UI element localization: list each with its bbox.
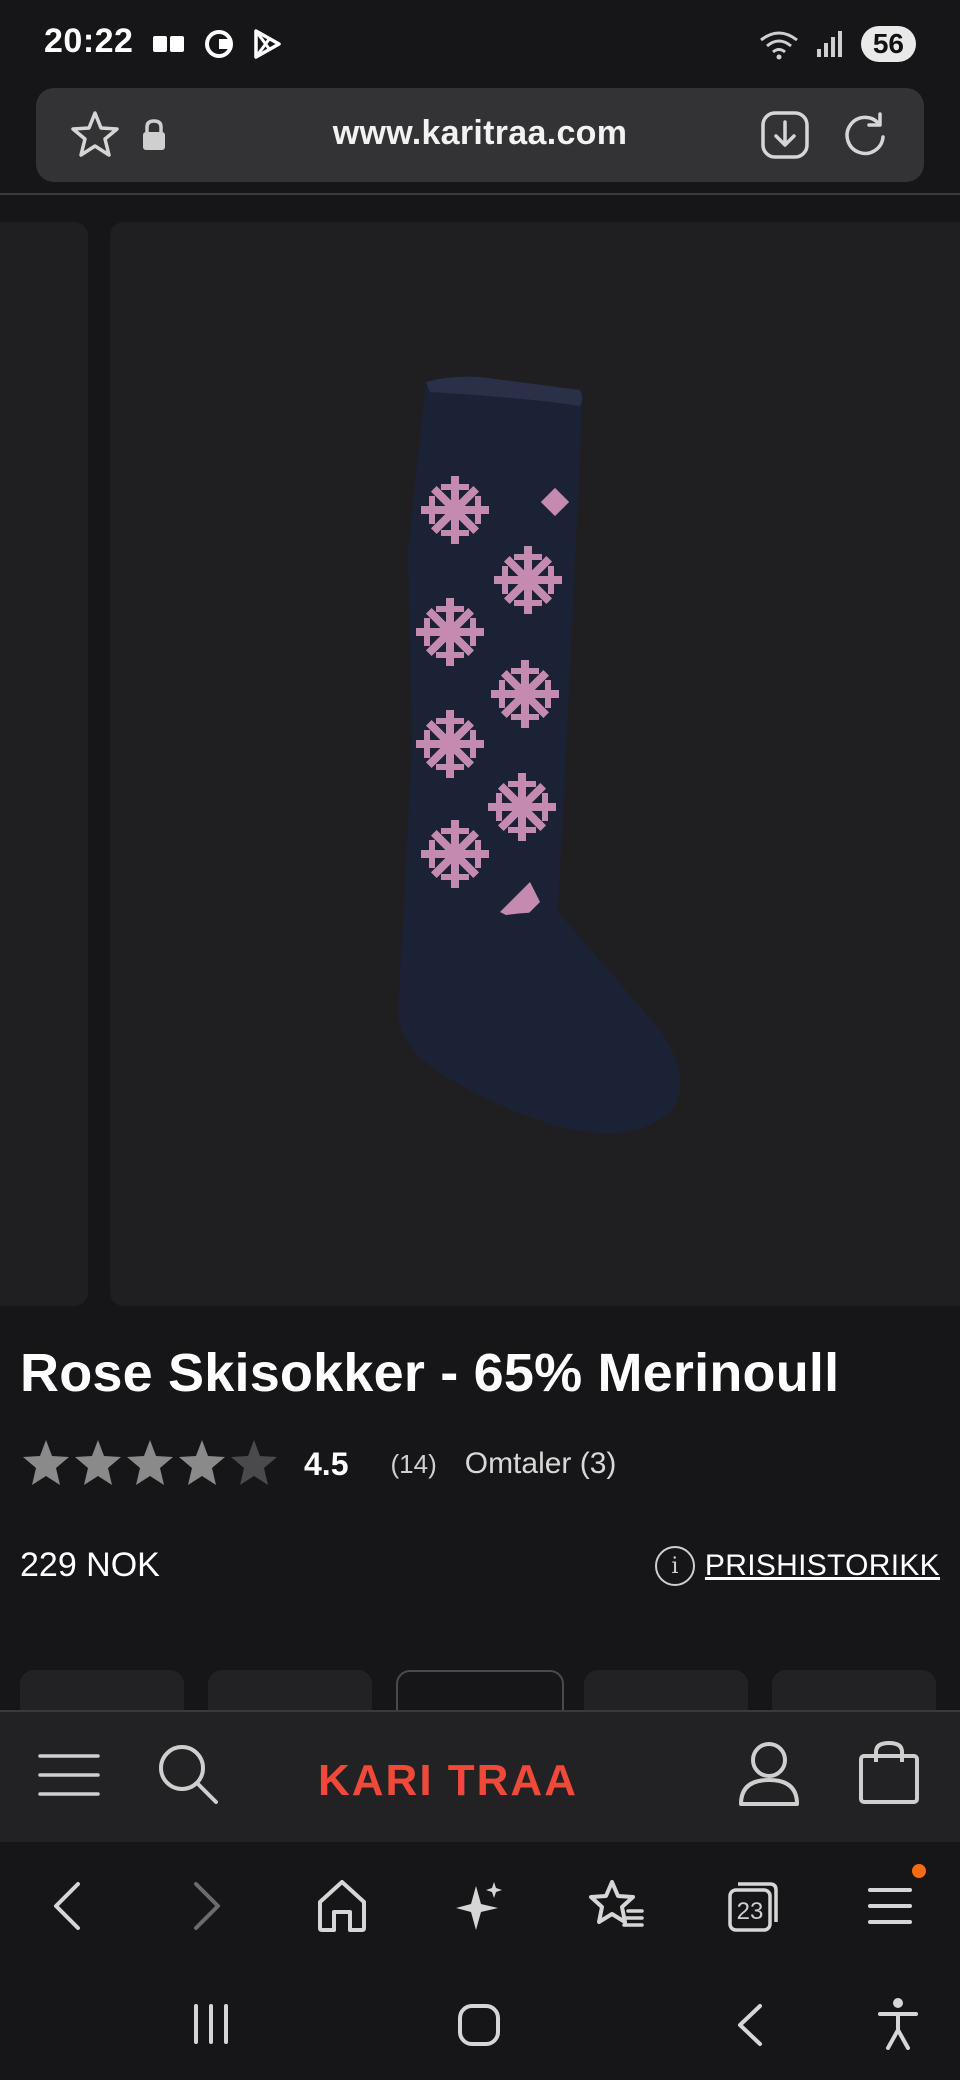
- size-option[interactable]: [208, 1670, 372, 1710]
- gallery-main-image[interactable]: [110, 222, 960, 1306]
- price-history-label[interactable]: PRISHISTORIKK: [705, 1549, 940, 1583]
- rating-count: (14): [390, 1448, 437, 1479]
- reload-icon[interactable]: [838, 108, 892, 162]
- status-time: 20:22: [44, 22, 134, 60]
- rating-value: 4.5: [304, 1445, 349, 1482]
- product-price: 229 NOK: [20, 1546, 160, 1584]
- system-nav-bar: [0, 1966, 960, 2080]
- status-icons-left: [152, 28, 282, 60]
- play-store-icon: [254, 29, 281, 59]
- account-icon[interactable]: [738, 1740, 800, 1806]
- tab-count: 23: [737, 1898, 764, 1925]
- notification-icon: [153, 36, 184, 52]
- browser-toolbar: 23: [0, 1842, 960, 1966]
- site-nav-bar: KARI TRAA: [0, 1710, 960, 1844]
- size-option[interactable]: [772, 1670, 936, 1710]
- status-icons-right: 56: [759, 26, 916, 62]
- home-button-icon[interactable]: [456, 2002, 502, 2048]
- home-icon[interactable]: [316, 1878, 368, 1934]
- system-back-icon[interactable]: [732, 2002, 768, 2048]
- bookmarks-icon[interactable]: [588, 1878, 644, 1934]
- search-icon[interactable]: [156, 1742, 220, 1806]
- size-option[interactable]: [584, 1670, 748, 1710]
- wifi-icon: [759, 31, 798, 60]
- rating-stars: [23, 1440, 277, 1485]
- product-gallery[interactable]: [0, 196, 960, 1316]
- size-options: [0, 1670, 960, 1710]
- reviews-link[interactable]: Omtaler (3): [465, 1447, 617, 1481]
- product-title: Rose Skisokker - 65% Merinoull: [20, 1343, 840, 1403]
- brand-logo[interactable]: KARI TRAA: [318, 1756, 578, 1806]
- status-bar: 20:22 56: [0, 0, 960, 88]
- recent-apps-icon[interactable]: [190, 2002, 232, 2046]
- download-icon[interactable]: [758, 108, 812, 162]
- rating-row[interactable]: 4.5 (14) Omtaler (3): [20, 1432, 616, 1496]
- product-image-sock: [398, 376, 681, 1134]
- hamburger-menu-icon[interactable]: [38, 1750, 100, 1800]
- price-history-link[interactable]: i PRISHISTORIKK: [654, 1546, 940, 1586]
- signal-icon: [816, 31, 842, 57]
- accessibility-icon[interactable]: [876, 1996, 920, 2050]
- record-icon: [205, 30, 233, 58]
- shopping-bag-icon[interactable]: [858, 1740, 920, 1806]
- tabs-icon[interactable]: 23: [726, 1878, 780, 1934]
- menu-notification-dot: [912, 1864, 926, 1878]
- url-bar[interactable]: www.karitraa.com: [36, 88, 924, 182]
- menu-icon[interactable]: [866, 1878, 914, 1934]
- info-icon: i: [654, 1546, 695, 1586]
- battery-indicator: 56: [860, 26, 916, 62]
- forward-icon[interactable]: [186, 1878, 226, 1934]
- url-divider: [0, 193, 960, 195]
- back-icon[interactable]: [48, 1878, 88, 1934]
- sparkle-icon[interactable]: [454, 1878, 506, 1934]
- size-option-selected[interactable]: [396, 1670, 564, 1710]
- gallery-previous-image[interactable]: [0, 222, 88, 1306]
- size-option[interactable]: [20, 1670, 184, 1710]
